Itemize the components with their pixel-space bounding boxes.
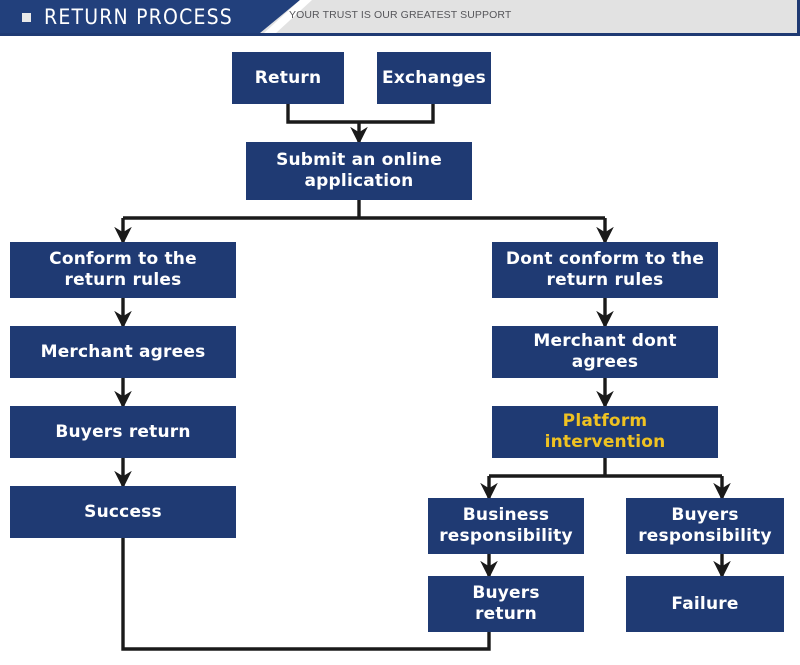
node-dont-conform-label: Dont conform to the return rules [505, 249, 705, 290]
node-return-label: Return [254, 67, 322, 88]
node-buyers-return-left[interactable]: Buyers return [10, 406, 236, 458]
node-buyers-responsibility-label: Buyers responsibility [638, 505, 772, 546]
node-merchant-agrees-label: Merchant agrees [40, 341, 206, 362]
node-merchant-agrees[interactable]: Merchant agrees [10, 326, 236, 378]
node-platform-intervention[interactable]: Platform intervention [492, 406, 718, 458]
node-conform-to-return-rules[interactable]: Conform to the return rules [10, 242, 236, 298]
return-process-flowchart: Return Exchanges Submit an online applic… [0, 36, 800, 665]
node-conform-label: Conform to the return rules [49, 249, 197, 290]
node-failure[interactable]: Failure [626, 576, 784, 632]
node-business-responsibility[interactable]: Business responsibility [428, 498, 584, 554]
node-buyers-return-right-label: Buyers return [472, 583, 540, 624]
node-submit-online-application[interactable]: Submit an online application [246, 142, 472, 200]
square-bullet-icon [22, 13, 31, 22]
node-success-label: Success [84, 501, 162, 522]
node-platform-intervention-label: Platform intervention [544, 411, 666, 452]
node-buyers-responsibility[interactable]: Buyers responsibility [626, 498, 784, 554]
node-merchant-dont-agrees[interactable]: Merchant dont agrees [492, 326, 718, 378]
edge-return-submit [286, 104, 359, 124]
node-submit-label: Submit an online application [276, 150, 442, 191]
node-dont-conform-to-return-rules[interactable]: Dont conform to the return rules [492, 242, 718, 298]
node-return[interactable]: Return [232, 52, 344, 104]
header-subtitle: YOUR TRUST IS OUR GREATEST SUPPORT [289, 9, 512, 21]
node-exchanges-label: Exchanges [382, 67, 486, 88]
node-buyers-return-right[interactable]: Buyers return [428, 576, 584, 632]
node-merchant-dont-agrees-label: Merchant dont agrees [533, 331, 677, 372]
node-success[interactable]: Success [10, 486, 236, 538]
page-header: RETURN PROCESS YOUR TRUST IS OUR GREATES… [0, 0, 800, 36]
node-exchanges[interactable]: Exchanges [377, 52, 491, 104]
page-title: RETURN PROCESS [44, 5, 233, 29]
node-buyers-return-left-label: Buyers return [55, 421, 191, 442]
node-business-responsibility-label: Business responsibility [439, 505, 573, 546]
node-failure-label: Failure [671, 593, 739, 614]
edge-exchanges-submit [359, 104, 435, 124]
